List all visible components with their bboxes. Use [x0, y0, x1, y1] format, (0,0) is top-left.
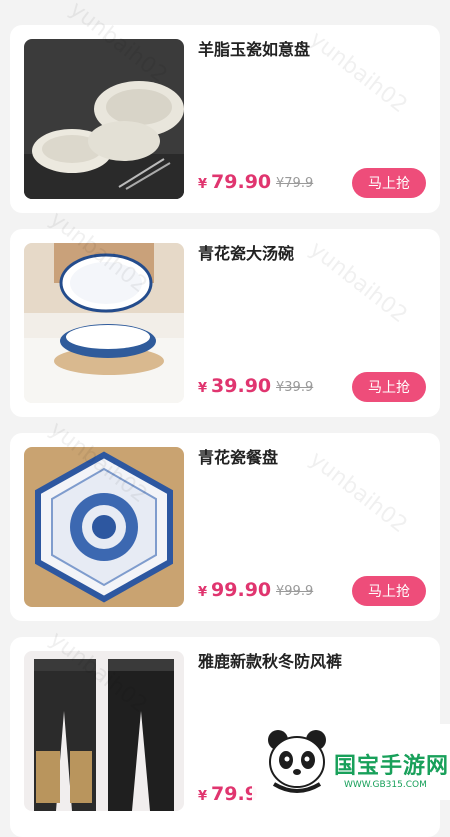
currency-symbol: ¥ [198, 789, 208, 804]
logo-brand-name: 国宝手游网 [334, 754, 450, 779]
product-card[interactable]: 青花瓷餐盘 ¥99.90 ¥99.9 马上抢 [10, 433, 440, 621]
buy-now-button[interactable]: 马上抢 [352, 168, 426, 198]
currency-symbol: ¥ [198, 381, 208, 396]
product-price: ¥39.90 [198, 375, 271, 397]
site-logo: 国宝手游网 WWW.GB315.COM [252, 724, 450, 800]
product-price: ¥79.90 [198, 171, 271, 193]
product-card[interactable]: 羊脂玉瓷如意盘 ¥79.90 ¥79.9 马上抢 [10, 25, 440, 213]
original-price: ¥39.9 [276, 380, 314, 395]
panda-icon [268, 730, 326, 793]
original-price: ¥99.9 [276, 584, 314, 599]
product-card[interactable]: 青花瓷大汤碗 ¥39.90 ¥39.9 马上抢 [10, 229, 440, 417]
buy-now-button[interactable]: 马上抢 [352, 576, 426, 606]
price-value: 99.90 [211, 579, 272, 601]
product-price: ¥79.9 [198, 783, 258, 805]
price-value: 39.90 [211, 375, 272, 397]
product-title[interactable]: 青花瓷大汤碗 [198, 243, 428, 265]
logo-url: WWW.GB315.COM [344, 780, 427, 790]
product-title[interactable]: 雅鹿新款秋冬防风裤 [198, 651, 428, 673]
currency-symbol: ¥ [198, 585, 208, 600]
product-image-plates[interactable] [24, 39, 184, 199]
product-title[interactable]: 羊脂玉瓷如意盘 [198, 39, 428, 61]
original-price: ¥79.9 [276, 176, 314, 191]
currency-symbol: ¥ [198, 177, 208, 192]
product-image-platter[interactable] [24, 447, 184, 607]
product-image-pants[interactable] [24, 651, 184, 811]
product-title[interactable]: 青花瓷餐盘 [198, 447, 428, 469]
buy-now-button[interactable]: 马上抢 [352, 372, 426, 402]
product-image-bowl[interactable] [24, 243, 184, 403]
product-price: ¥99.90 [198, 579, 271, 601]
price-value: 79.9 [211, 783, 258, 805]
price-value: 79.90 [211, 171, 272, 193]
